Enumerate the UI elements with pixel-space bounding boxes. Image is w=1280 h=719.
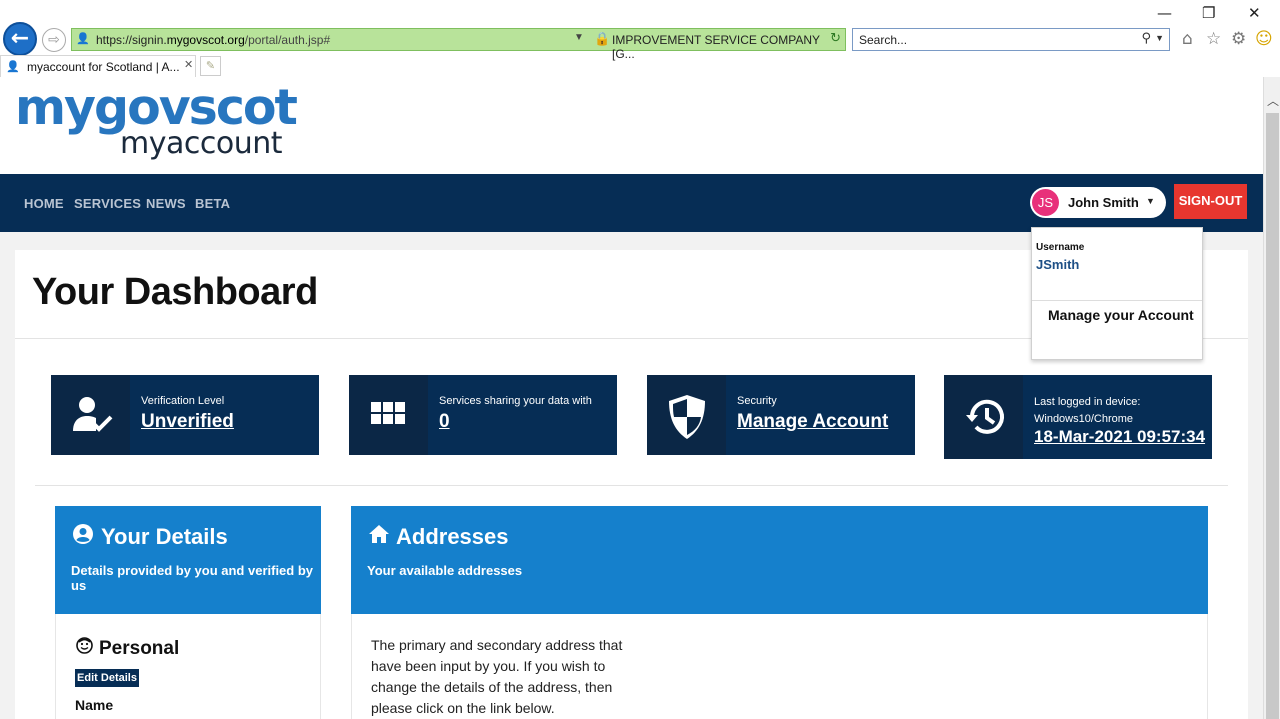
page-icon: 👤: [76, 33, 90, 45]
stat-label-device: Windows10/Chrome: [1034, 413, 1134, 425]
forward-arrow-icon: ⇨: [48, 32, 60, 48]
page-viewport: mygovscot myaccount HOME SERVICES NEWS B…: [0, 77, 1263, 719]
stat-label: Last logged in device:: [1034, 396, 1141, 408]
stat-value-link[interactable]: 0: [439, 411, 450, 433]
nav-news[interactable]: NEWS: [146, 196, 186, 211]
avatar: JS: [1032, 189, 1059, 216]
address-dropdown-icon[interactable]: ▼: [574, 32, 584, 43]
stat-icon-box: [944, 375, 1023, 459]
back-arrow-icon: ←: [10, 26, 30, 51]
caret-down-icon: ▼: [1146, 196, 1155, 206]
divider: [35, 485, 1228, 486]
search-dropdown-icon[interactable]: ▼: [1155, 33, 1164, 43]
new-tab-button[interactable]: ✎: [200, 56, 221, 76]
search-box[interactable]: Search... ⚲ ▼: [852, 28, 1170, 51]
stat-label: Verification Level: [141, 395, 225, 407]
username-value: JSmith: [1036, 257, 1080, 272]
user-check-icon: [73, 397, 113, 432]
restore-button[interactable]: ❐: [1202, 4, 1215, 22]
search-icon[interactable]: ⚲: [1141, 31, 1151, 46]
certificate-name[interactable]: IMPROVEMENT SERVICE COMPANY [G...: [612, 33, 845, 61]
site-logo-subtitle[interactable]: myaccount: [120, 129, 283, 159]
scroll-up-icon[interactable]: ︿: [1267, 92, 1279, 109]
user-menu-button[interactable]: JS John Smith ▼: [1030, 187, 1166, 218]
addresses-title: Addresses: [396, 524, 509, 549]
name-label: Name: [75, 697, 114, 713]
stat-label: Services sharing your data with: [439, 395, 592, 407]
tab-favicon-icon: 👤: [6, 61, 20, 73]
stat-value-link[interactable]: Manage Account: [737, 411, 888, 433]
user-name: John Smith: [1068, 195, 1139, 210]
vertical-scrollbar[interactable]: ︿: [1263, 77, 1280, 719]
grid-icon: [371, 402, 405, 424]
scroll-thumb[interactable]: [1266, 113, 1279, 719]
url-prefix: https://signin.: [96, 33, 167, 47]
manage-account-link[interactable]: Manage your Account: [1048, 307, 1194, 323]
dropdown-divider: [1032, 300, 1202, 301]
nav-services[interactable]: SERVICES: [74, 196, 141, 211]
user-dropdown-menu: Username JSmith Manage your Account: [1031, 227, 1203, 360]
lock-icon[interactable]: 🔒: [594, 31, 610, 47]
stat-last-login[interactable]: Last logged in device: Windows10/Chrome …: [944, 375, 1212, 459]
browser-chrome: — ❐ ✕ ← ⇨ 👤 https://signin.mygovscot.org…: [0, 0, 1280, 77]
new-tab-icon: ✎: [205, 60, 216, 72]
details-panel-header: Your Details Details provided by you and…: [55, 506, 321, 614]
minimize-button[interactable]: —: [1157, 4, 1172, 22]
history-icon: [966, 399, 1004, 434]
stat-icon-box: [647, 375, 726, 455]
stat-verification[interactable]: Verification Level Unverified: [51, 375, 319, 455]
browser-tab[interactable]: 👤 myaccount for Scotland | A... ✕: [0, 55, 196, 77]
gear-icon[interactable]: ⚙: [1231, 29, 1246, 49]
home-icon: [369, 525, 389, 543]
forward-button[interactable]: ⇨: [42, 28, 66, 52]
addresses-subtitle: Your available addresses: [367, 563, 523, 578]
personal-title: Personal: [99, 638, 180, 659]
star-icon[interactable]: ☆: [1206, 29, 1221, 49]
stat-label: Security: [737, 395, 777, 407]
site-logo[interactable]: mygovscot: [15, 83, 298, 132]
address-url[interactable]: https://signin.mygovscot.org/portal/auth…: [96, 33, 330, 47]
search-input[interactable]: Search...: [859, 33, 907, 47]
details-title: Your Details: [101, 524, 228, 549]
shield-icon: [669, 395, 705, 439]
main-navbar: HOME SERVICES NEWS BETA JS John Smith ▼ …: [0, 174, 1263, 232]
addresses-description: The primary and secondary address that h…: [371, 637, 623, 716]
smile-face-icon: [76, 637, 93, 654]
nav-beta[interactable]: BETA: [195, 196, 230, 211]
header-band: mygovscot myaccount: [0, 77, 1263, 174]
username-label: Username: [1036, 242, 1085, 253]
stat-services[interactable]: Services sharing your data with 0: [349, 375, 617, 455]
url-path: /portal/auth.jsp#: [244, 33, 331, 47]
user-circle-icon: [73, 524, 93, 544]
smiley-icon[interactable]: ☺: [1255, 29, 1273, 49]
stat-icon-box: [51, 375, 130, 455]
back-button[interactable]: ←: [3, 22, 37, 56]
tab-close-icon[interactable]: ✕: [184, 58, 193, 71]
edit-details-button[interactable]: Edit Details: [75, 669, 139, 687]
refresh-icon[interactable]: ↻: [830, 31, 841, 46]
address-bar[interactable]: 👤 https://signin.mygovscot.org/portal/au…: [71, 28, 846, 61]
stat-icon-box: [349, 375, 428, 455]
sign-out-button[interactable]: SIGN-OUT: [1174, 184, 1247, 219]
details-subtitle: Details provided by you and verified by …: [71, 563, 314, 593]
nav-home[interactable]: HOME: [24, 196, 64, 211]
stat-security[interactable]: Security Manage Account: [647, 375, 915, 455]
tab-title: myaccount for Scotland | A...: [27, 60, 180, 74]
stat-value-link[interactable]: 18-Mar-2021 09:57:34: [1034, 427, 1205, 447]
home-icon[interactable]: ⌂: [1182, 29, 1193, 49]
stat-value-link[interactable]: Unverified: [141, 411, 234, 433]
url-domain: mygovscot.org: [166, 33, 245, 47]
close-window-button[interactable]: ✕: [1248, 4, 1261, 22]
addresses-panel-header: Addresses Your available addresses: [351, 506, 1208, 614]
page-title: Your Dashboard: [32, 271, 318, 313]
